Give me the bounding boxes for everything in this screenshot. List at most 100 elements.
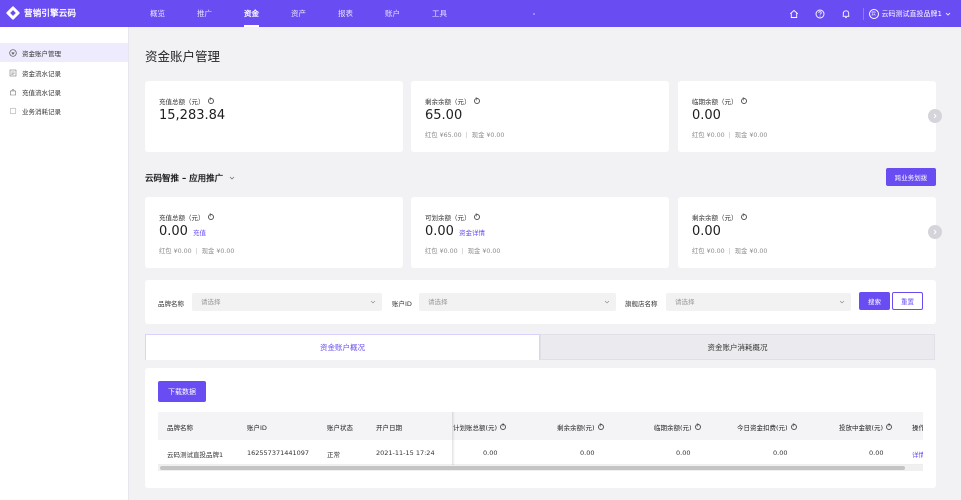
stat-red-packet: 红包 ¥65.00 (425, 132, 462, 139)
fund-details-link[interactable]: 资金详情 (459, 227, 485, 237)
reset-button[interactable]: 重置 (892, 292, 923, 310)
topbar-divider (862, 7, 864, 20)
fixed-column-shadow (452, 412, 455, 465)
help-icon[interactable]: ? (694, 424, 701, 430)
carousel-next-button[interactable] (928, 225, 942, 239)
chevron-down-icon (370, 300, 376, 304)
help-icon[interactable]: ? (790, 424, 797, 430)
brand-select[interactable]: 请选择 (192, 293, 382, 311)
table-row: 云码测试直投品牌1 162557371441097 正常 2021-11-15 … (158, 440, 923, 465)
store-select-placeholder: 请选择 (675, 298, 695, 306)
download-data-button[interactable]: 下载数据 (158, 381, 206, 402)
chevron-right-icon (933, 113, 937, 119)
column-header: 临期余额(元)? (654, 423, 701, 432)
row-details-link[interactable]: 详情 (912, 449, 923, 459)
column-header: 开户日期 (376, 424, 402, 432)
main-nav: 概览 推广 资金 资产 报表 账户 工具 (134, 0, 463, 27)
chevron-down-icon (945, 12, 951, 16)
chevron-right-icon (933, 229, 937, 235)
sidebar-item-label: 资金流水记录 (22, 69, 61, 78)
nav-item-reports[interactable]: 报表 (322, 0, 369, 27)
app-logo[interactable]: 营销引擎云码 (6, 6, 76, 20)
stat-value: 65.00 (425, 108, 463, 123)
table-header: 品牌名称 账户ID 账户状态 开户日期 计划账总额(元)? 剩余余额(元)? 临… (158, 412, 923, 440)
stat-card-remaining-balance: 剩余余额（元）? 65.00 红包 ¥65.00 | 现金 ¥0.00 (411, 81, 669, 152)
chevron-down-icon (604, 300, 610, 304)
stat-cash: 现金 ¥0.00 (467, 248, 501, 255)
help-icon[interactable]: ? (500, 424, 507, 430)
bell-icon[interactable] (833, 0, 859, 27)
column-header: 计划账总额(元)? (453, 423, 507, 432)
stat-value: 0.00 (159, 224, 188, 239)
stat-cash: 现金 ¥0.00 (734, 132, 768, 139)
main-content: 资金账户管理 充值总额（元）? 15,283.84 剩余余额（元）? 65.00… (129, 27, 961, 500)
column-header: 账户状态 (327, 424, 353, 432)
business-selector[interactable]: 云码智推 – 应用推广 (145, 172, 235, 184)
recharge-link[interactable]: 充值 (193, 227, 206, 237)
consumption-icon (9, 107, 17, 115)
column-header: 投放中金额(元)? (839, 423, 893, 432)
page-title: 资金账户管理 (145, 49, 221, 64)
help-icon[interactable]: ? (597, 424, 604, 430)
sidebar-item-recharge-records[interactable]: 充值流水记录 (0, 82, 128, 101)
cell-remaining-balance: 0.00 (580, 449, 595, 457)
nav-item-promotion[interactable]: 推广 (181, 0, 228, 27)
stat-value: 15,283.84 (159, 108, 226, 123)
help-icon[interactable]: ? (473, 214, 480, 220)
cell-today-deduction: 0.00 (773, 449, 788, 457)
business-card-transferable-balance: 可划余额（元）? 0.00 资金详情 红包 ¥0.00 | 现金 ¥0.00 (411, 197, 669, 268)
help-icon[interactable]: ? (886, 424, 893, 430)
ledger-icon (9, 69, 17, 77)
sidebar-item-label: 充值流水记录 (22, 88, 61, 97)
nav-more-indicator (533, 13, 535, 15)
home-icon[interactable] (781, 0, 807, 27)
stat-red-packet: 红包 ¥0.00 (692, 132, 725, 139)
horizontal-scrollbar[interactable] (158, 465, 923, 471)
cell-in-delivery-amount: 0.00 (869, 449, 884, 457)
stat-card-expiring-balance: 临期余额（元）? 0.00 红包 ¥0.00 | 现金 ¥0.00 (678, 81, 936, 152)
stat-card-recharge-total: 充值总额（元）? 15,283.84 (145, 81, 403, 152)
scrollbar-thumb[interactable] (160, 466, 905, 470)
cross-business-transfer-button[interactable]: 跨业务划拨 (886, 168, 936, 186)
column-header: 今日资金扣费(元)? (737, 423, 797, 432)
stat-label: 临期余额（元） (692, 98, 738, 106)
help-icon[interactable]: ? (740, 98, 747, 104)
account-select-placeholder: 请选择 (428, 298, 448, 306)
account-name: 云码测试直投品牌1 (881, 9, 942, 18)
nav-item-account[interactable]: 账户 (369, 0, 416, 27)
search-button[interactable]: 搜索 (859, 292, 890, 310)
cell-brand-name: 云码测试直投品牌1 (167, 451, 224, 459)
nav-item-funds[interactable]: 资金 (228, 0, 275, 27)
sidebar-item-fund-ledger[interactable]: 资金流水记录 (0, 63, 128, 82)
stat-value: 0.00 (425, 224, 454, 239)
help-icon[interactable]: ? (207, 98, 214, 104)
help-icon[interactable]: ? (740, 214, 747, 220)
stat-label: 剩余余额（元） (425, 98, 471, 106)
sidebar-item-fund-accounts[interactable]: 资金账户管理 (0, 43, 128, 62)
help-icon[interactable] (807, 0, 833, 27)
nav-item-assets[interactable]: 资产 (275, 0, 322, 27)
help-icon[interactable]: ? (207, 214, 214, 220)
stat-cash: 现金 ¥0.00 (734, 248, 768, 255)
stat-label: 剩余余额（元） (692, 214, 738, 222)
flagship-store-select[interactable]: 请选择 (666, 293, 851, 311)
logo-icon (6, 6, 20, 20)
recharge-icon (9, 88, 17, 96)
sidebar: 资金账户管理 资金流水记录 充值流水记录 业务消耗记录 (0, 27, 129, 500)
app-name: 营销引擎云码 (24, 9, 77, 19)
column-header: 品牌名称 (167, 424, 193, 432)
sidebar-item-consumption-records[interactable]: 业务消耗记录 (0, 101, 128, 120)
stat-red-packet: 红包 ¥0.00 (692, 248, 725, 255)
cell-expiring-balance: 0.00 (676, 449, 691, 457)
help-icon[interactable]: ? (473, 98, 480, 104)
nav-item-overview[interactable]: 概览 (134, 0, 181, 27)
account-switcher[interactable]: 云 云码测试直投品牌1 (868, 8, 961, 19)
account-id-select[interactable]: 请选择 (419, 293, 616, 311)
cell-account-status: 正常 (327, 451, 340, 459)
brand-select-placeholder: 请选择 (201, 298, 221, 306)
tab-fund-consumption-overview[interactable]: 资金账户消耗概况 (540, 334, 935, 360)
tab-fund-account-overview[interactable]: 资金账户概况 (145, 334, 540, 360)
nav-item-tools[interactable]: 工具 (416, 0, 463, 27)
store-filter-label: 旗舰店名称 (625, 300, 658, 308)
carousel-next-button[interactable] (928, 109, 942, 123)
